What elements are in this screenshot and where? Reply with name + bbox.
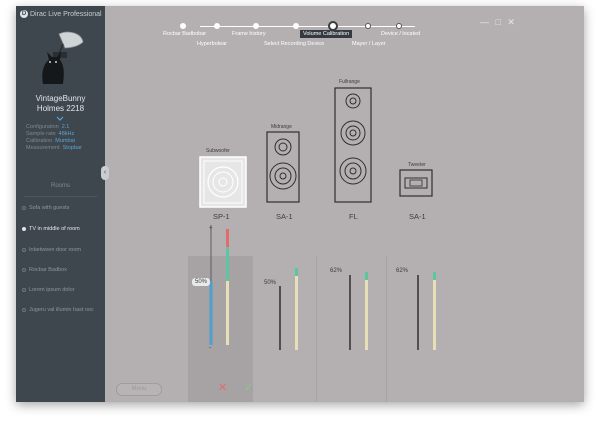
rooms-title: Rooms	[50, 183, 70, 189]
level-meter	[349, 272, 368, 350]
detail-row: Calibration Mumbai	[26, 138, 75, 144]
room-item[interactable]: Lorem ipsum dolor	[22, 287, 75, 293]
confirm-check-icon[interactable]: ✓	[244, 381, 253, 394]
radio-icon	[22, 247, 26, 252]
speaker-type-label: Fullrange	[339, 79, 360, 85]
room-item[interactable]: Rocbar Badbox	[22, 267, 67, 273]
speaker-type-label: Tweeter	[408, 162, 426, 168]
speaker-name: SA-1	[409, 212, 426, 221]
midrange-speaker-icon[interactable]	[266, 131, 300, 203]
radio-icon	[22, 307, 26, 312]
step-label[interactable]: Frame history	[232, 31, 266, 37]
radio-selected-icon	[22, 226, 26, 231]
tweeter-speaker-icon[interactable]	[399, 169, 433, 197]
step-label[interactable]: Rocbar Badbobar	[163, 31, 206, 37]
speaker-name: FL	[349, 212, 358, 221]
level-value: 62%	[396, 268, 409, 274]
radio-icon	[22, 267, 26, 272]
detail-row: Sample rate 48kHz	[26, 131, 75, 137]
speaker-name: SA-1	[276, 212, 293, 221]
detail-row: Configuration 2.1	[26, 124, 70, 130]
app-window: D Dirac Live Professional VintageBunny Ho…	[16, 6, 584, 402]
level-meter	[279, 268, 298, 350]
level-meter	[417, 272, 436, 350]
cancel-x-icon[interactable]: ✕	[218, 381, 227, 394]
chevron-down-icon[interactable]	[56, 116, 64, 122]
step-label[interactable]: Hyperbolear	[197, 41, 227, 47]
step-dot[interactable]	[180, 23, 186, 29]
volume-slider[interactable]: + -	[201, 221, 241, 351]
app-title-text: Dirac Live Professional	[30, 10, 102, 18]
room-item-selected[interactable]: TV in middle of room	[22, 226, 80, 232]
step-dot[interactable]	[365, 23, 371, 29]
level-value: 50%	[264, 280, 277, 286]
sidebar-collapse-button[interactable]: ‹	[101, 166, 109, 180]
app-title: D Dirac Live Professional	[20, 10, 102, 18]
user-name-line2: Holmes 2218	[36, 104, 85, 113]
speaker-type-label: Midrange	[271, 124, 292, 130]
subwoofer-icon[interactable]	[199, 156, 247, 208]
radio-icon	[22, 287, 26, 292]
step-progress-line	[200, 26, 415, 27]
window-controls[interactable]: — □ ✕	[480, 17, 517, 28]
session-details: Configuration 2.1 Sample rate 48kHz Calibr…	[26, 124, 82, 152]
room-item[interactable]: Sofa with guests	[22, 205, 69, 211]
room-item[interactable]: Inbetween door room	[22, 247, 81, 253]
level-value: 62%	[330, 268, 343, 274]
step-dot[interactable]	[253, 23, 259, 29]
step-label[interactable]: Device / located	[381, 31, 420, 37]
radio-icon	[22, 205, 26, 210]
svg-text:-: -	[209, 345, 211, 351]
step-label-current[interactable]: Volume Calibration	[300, 30, 353, 38]
user-name-line1: VintageBunny	[35, 94, 86, 103]
user-name: VintageBunny Holmes 2218	[16, 94, 105, 114]
speaker-type-label: Subwoofer	[206, 148, 230, 154]
avatar	[42, 31, 84, 84]
app-logo-icon: D	[20, 10, 28, 18]
fullrange-speaker-icon[interactable]	[334, 87, 372, 203]
menu-button[interactable]: Menu	[116, 383, 162, 396]
step-dot[interactable]	[214, 23, 220, 29]
detail-row: Measurement Stopbar	[26, 145, 82, 151]
svg-text:+: +	[209, 226, 213, 232]
speaker-name: SP-1	[213, 212, 230, 221]
step-label[interactable]: Mayer / Layer	[352, 41, 386, 47]
step-dot[interactable]	[396, 23, 402, 29]
step-dot[interactable]	[293, 23, 299, 29]
divider	[24, 196, 97, 197]
sidebar: D Dirac Live Professional VintageBunny Ho…	[16, 6, 105, 402]
room-item[interactable]: Jugeru val illumin hast noc	[22, 307, 94, 313]
step-label[interactable]: Select Recording Device	[264, 41, 324, 47]
level-value-badge: 50%	[192, 278, 211, 286]
